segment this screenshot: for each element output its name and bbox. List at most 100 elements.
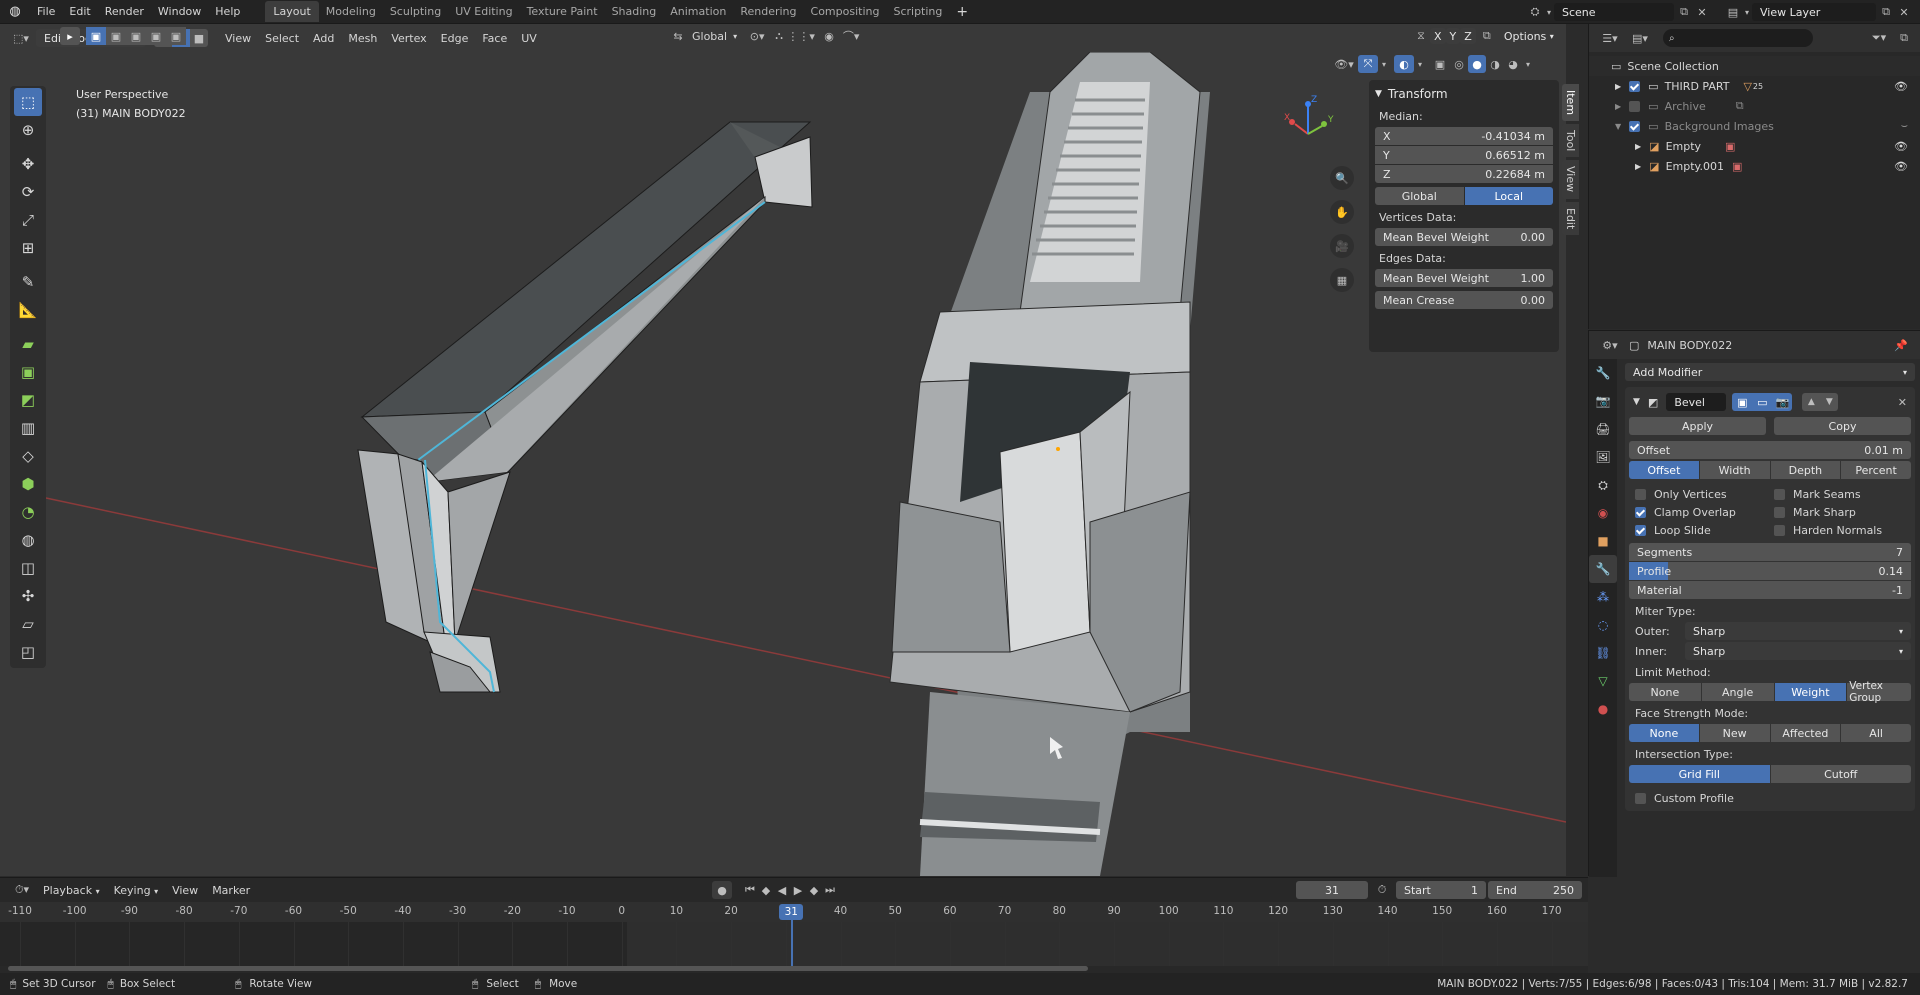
measure-tool-icon[interactable]: 📐 bbox=[14, 296, 42, 324]
tab-animation[interactable]: Animation bbox=[663, 5, 733, 18]
navigation-gizmo[interactable]: X Y Z bbox=[1284, 95, 1334, 135]
blender-logo-icon[interactable]: ◍ bbox=[0, 4, 30, 19]
ortho-toggle-icon[interactable]: ▦ bbox=[1330, 268, 1354, 292]
tool-properties-icon[interactable]: 🔧 bbox=[1589, 359, 1617, 387]
tab-tool[interactable]: Tool bbox=[1562, 124, 1579, 158]
select-subtract-icon[interactable]: ▣ bbox=[126, 27, 146, 45]
offset-type-depth[interactable]: Depth bbox=[1770, 461, 1841, 479]
menu-keying[interactable]: Keying ▾ bbox=[107, 884, 165, 897]
offset-type-percent[interactable]: Percent bbox=[1841, 461, 1911, 479]
constraints-properties-icon[interactable]: ⛓ bbox=[1589, 639, 1617, 667]
limit-vertex-group[interactable]: Vertex Group bbox=[1847, 680, 1911, 704]
delete-view-layer-icon[interactable]: ✕ bbox=[1896, 6, 1912, 19]
outer-miter-dropdown[interactable]: Sharp ▾ bbox=[1685, 622, 1911, 640]
segments-field[interactable]: Segments 7 bbox=[1629, 543, 1911, 561]
new-view-layer-icon[interactable]: ⧉ bbox=[1876, 5, 1896, 19]
outliner-search-input[interactable]: ⌕ bbox=[1663, 29, 1813, 47]
outliner-item-archive[interactable]: ▶ ▭ Archive ⧉ bbox=[1589, 96, 1920, 116]
render-properties-icon[interactable]: 📷 bbox=[1589, 387, 1617, 415]
outliner-item-empty-001[interactable]: ▶ ◪ Empty.001 ▣ 👁 bbox=[1589, 156, 1920, 176]
bevel-tool-icon[interactable]: ◩ bbox=[14, 386, 42, 414]
outliner-item-third-part[interactable]: ▶ ▭ THIRD PART ▽ 25 👁 bbox=[1589, 76, 1920, 96]
scene-properties-icon[interactable]: ⛭ bbox=[1589, 471, 1617, 499]
eye-icon[interactable]: 👁 bbox=[1894, 140, 1908, 153]
timeline-editor-icon[interactable]: ⏱▾ bbox=[8, 883, 36, 897]
tab-edit[interactable]: Edit bbox=[1562, 201, 1579, 235]
end-frame-field[interactable]: End 250 bbox=[1488, 881, 1582, 899]
eye-closed-icon[interactable]: ⌣ bbox=[1901, 119, 1908, 133]
menu-add[interactable]: Add bbox=[306, 32, 341, 45]
move-tool-icon[interactable]: ✥ bbox=[14, 150, 42, 178]
material-properties-icon[interactable]: ● bbox=[1589, 695, 1617, 723]
eye-icon[interactable]: 👁 bbox=[1894, 80, 1908, 93]
mean-crease-field[interactable]: Mean Crease 0.00 bbox=[1375, 291, 1553, 309]
tab-modeling[interactable]: Modeling bbox=[319, 5, 383, 18]
particles-properties-icon[interactable]: ⁂ bbox=[1589, 583, 1617, 611]
face-strength-affected[interactable]: Affected bbox=[1770, 724, 1841, 742]
timeline-playhead[interactable]: 31 bbox=[779, 904, 804, 920]
menu-uv[interactable]: UV bbox=[514, 32, 544, 45]
display-mode-icon[interactable]: ▤▾ bbox=[1625, 32, 1655, 45]
only-vertices-checkbox[interactable]: Only Vertices bbox=[1629, 488, 1774, 501]
chevron-right-icon[interactable]: ▶ bbox=[1615, 82, 1621, 91]
mirror-x-toggle[interactable]: X bbox=[1430, 28, 1446, 44]
tab-item[interactable]: Item bbox=[1562, 84, 1579, 122]
add-modifier-dropdown[interactable]: Add Modifier ▾ bbox=[1625, 363, 1915, 381]
view-layer-name-field[interactable]: View Layer bbox=[1752, 3, 1876, 21]
tab-rendering[interactable]: Rendering bbox=[733, 5, 803, 18]
local-button[interactable]: Local bbox=[1464, 187, 1553, 205]
vertex-mean-bevel-weight-field[interactable]: Mean Bevel Weight 0.00 bbox=[1375, 228, 1553, 246]
copy-button[interactable]: Copy bbox=[1774, 417, 1911, 435]
show-in-editmode-icon[interactable]: ▣ bbox=[1732, 393, 1753, 411]
custom-profile-checkbox[interactable]: Custom Profile bbox=[1629, 789, 1911, 807]
outliner-scene-collection[interactable]: ▭ Scene Collection bbox=[1589, 56, 1920, 76]
output-properties-icon[interactable]: 🖨 bbox=[1589, 415, 1617, 443]
delete-scene-icon[interactable]: ✕ bbox=[1694, 6, 1710, 19]
object-data-properties-icon[interactable]: ▽ bbox=[1589, 667, 1617, 695]
menu-edit[interactable]: Edit bbox=[62, 5, 97, 18]
show-in-render-icon[interactable]: 📷 bbox=[1772, 393, 1793, 411]
global-button[interactable]: Global bbox=[1375, 187, 1464, 205]
jump-end-icon[interactable]: ⏭ bbox=[822, 883, 838, 897]
move-up-icon[interactable]: ▲ bbox=[1802, 393, 1821, 411]
menu-help[interactable]: Help bbox=[208, 5, 247, 18]
tab-scripting[interactable]: Scripting bbox=[886, 5, 949, 18]
main-body-mesh[interactable] bbox=[889, 52, 1210, 876]
object-properties-icon[interactable]: ■ bbox=[1589, 527, 1617, 555]
poly-build-tool-icon[interactable]: ⬢ bbox=[14, 470, 42, 498]
collection-enable-checkbox[interactable] bbox=[1629, 120, 1641, 132]
handle-mesh[interactable] bbox=[357, 121, 813, 693]
menu-select[interactable]: Select bbox=[258, 32, 306, 45]
chevron-right-icon[interactable]: ▶ bbox=[1635, 162, 1641, 171]
play-reverse-icon[interactable]: ◀ bbox=[774, 884, 790, 897]
limit-none[interactable]: None bbox=[1629, 683, 1701, 701]
edge-slide-tool-icon[interactable]: ◫ bbox=[14, 554, 42, 582]
show-in-viewport-icon[interactable]: ▭ bbox=[1752, 393, 1773, 411]
shrink-fatten-tool-icon[interactable]: ✣ bbox=[14, 582, 42, 610]
record-icon[interactable]: ● bbox=[712, 881, 732, 899]
offset-type-width[interactable]: Width bbox=[1699, 461, 1770, 479]
transform-tool-icon[interactable]: ⊞ bbox=[14, 234, 42, 262]
tab-layout[interactable]: Layout bbox=[265, 1, 319, 22]
menu-vertex[interactable]: Vertex bbox=[384, 32, 433, 45]
intersection-cutoff[interactable]: Cutoff bbox=[1770, 765, 1911, 783]
limit-weight[interactable]: Weight bbox=[1774, 683, 1847, 701]
face-strength-all[interactable]: All bbox=[1841, 724, 1911, 742]
next-keyframe-icon[interactable]: ◆ bbox=[806, 884, 822, 897]
physics-properties-icon[interactable]: ◌ bbox=[1589, 611, 1617, 639]
collection-enable-checkbox[interactable] bbox=[1629, 80, 1641, 92]
tab-compositing[interactable]: Compositing bbox=[804, 5, 887, 18]
mark-sharp-checkbox[interactable]: Mark Sharp bbox=[1774, 506, 1856, 519]
pin-icon[interactable]: 📌 bbox=[1894, 339, 1908, 352]
chevron-right-icon[interactable]: ▶ bbox=[1635, 142, 1641, 151]
transform-header[interactable]: ▼ Transform bbox=[1375, 84, 1553, 104]
start-frame-field[interactable]: Start 1 bbox=[1396, 881, 1486, 899]
zoom-icon[interactable]: 🔍 bbox=[1330, 166, 1354, 190]
intersection-grid-fill[interactable]: Grid Fill bbox=[1629, 765, 1770, 783]
chevron-right-icon[interactable]: ▶ bbox=[1615, 102, 1621, 111]
eye-icon[interactable]: 👁 bbox=[1894, 160, 1908, 173]
new-scene-icon[interactable]: ⧉ bbox=[1674, 5, 1694, 19]
add-workspace-button[interactable]: + bbox=[949, 4, 975, 20]
auto-merge-icon[interactable]: ⧉ bbox=[1476, 29, 1498, 43]
play-icon[interactable]: ▶ bbox=[790, 884, 806, 897]
